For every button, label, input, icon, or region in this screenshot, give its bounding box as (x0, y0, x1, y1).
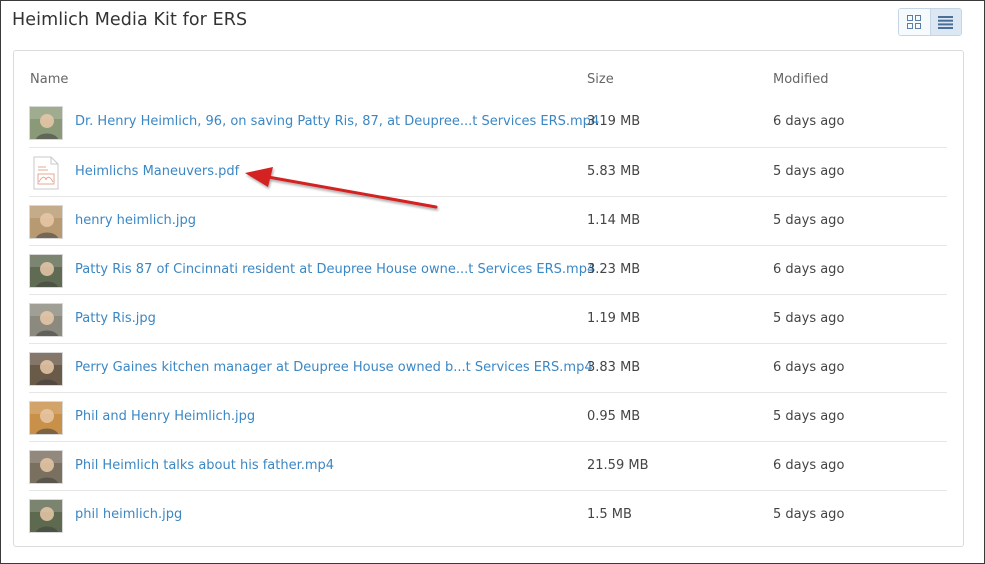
video-thumbnail (29, 352, 63, 386)
column-header-name[interactable]: Name (30, 72, 68, 87)
image-thumbnail (29, 401, 63, 435)
file-modified: 6 days ago (773, 458, 845, 473)
file-name-link[interactable]: Patty Ris.jpg (75, 311, 156, 326)
file-size: 0.95 MB (587, 409, 641, 424)
column-header-size[interactable]: Size (587, 72, 614, 87)
list-icon (938, 15, 954, 29)
grid-icon (907, 15, 922, 29)
file-name-link[interactable]: henry heimlich.jpg (75, 213, 196, 228)
file-modified: 5 days ago (773, 311, 845, 326)
file-modified: 5 days ago (773, 213, 845, 228)
file-row[interactable]: Perry Gaines kitchen manager at Deupree … (29, 343, 947, 392)
file-row[interactable]: Patty Ris 87 of Cincinnati resident at D… (29, 245, 947, 294)
file-modified: 5 days ago (773, 409, 845, 424)
view-toggle (898, 8, 962, 36)
image-thumbnail (29, 303, 63, 337)
pdf-file-icon (33, 156, 59, 190)
file-name-link[interactable]: Perry Gaines kitchen manager at Deupree … (75, 360, 593, 375)
file-size: 21.59 MB (587, 458, 649, 473)
file-row[interactable]: Phil and Henry Heimlich.jpg 0.95 MB 5 days… (29, 392, 947, 441)
file-size: 1.14 MB (587, 213, 641, 228)
file-row[interactable]: Phil Heimlich talks about his father.mp4… (29, 441, 947, 490)
video-thumbnail (29, 106, 63, 140)
file-size: 1.19 MB (587, 311, 641, 326)
file-modified: 6 days ago (773, 114, 845, 129)
file-size: 3.83 MB (587, 360, 641, 375)
file-size: 3.19 MB (587, 114, 641, 129)
file-name-link[interactable]: phil heimlich.jpg (75, 507, 182, 522)
grid-view-button[interactable] (899, 9, 930, 35)
file-name-link[interactable]: Phil and Henry Heimlich.jpg (75, 409, 255, 424)
video-thumbnail (29, 254, 63, 288)
file-name-link[interactable]: Dr. Henry Heimlich, 96, on saving Patty … (75, 114, 599, 129)
file-modified: 6 days ago (773, 262, 845, 277)
video-thumbnail (29, 450, 63, 484)
file-row[interactable]: phil heimlich.jpg 1.5 MB 5 days ago (29, 490, 947, 539)
file-size: 1.5 MB (587, 507, 632, 522)
file-row[interactable]: Patty Ris.jpg 1.19 MB 5 days ago (29, 294, 947, 343)
file-name-link[interactable]: Heimlichs Maneuvers.pdf (75, 164, 239, 179)
file-name-link[interactable]: Phil Heimlich talks about his father.mp4 (75, 458, 334, 473)
file-modified: 5 days ago (773, 164, 845, 179)
file-row[interactable]: Heimlichs Maneuvers.pdf 5.83 MB 5 days ago (29, 147, 947, 196)
list-view-button[interactable] (929, 9, 961, 35)
file-row[interactable]: henry heimlich.jpg 1.14 MB 5 days ago (29, 196, 947, 245)
file-name-link[interactable]: Patty Ris 87 of Cincinnati resident at D… (75, 262, 595, 277)
file-modified: 6 days ago (773, 360, 845, 375)
page-title: Heimlich Media Kit for ERS (12, 10, 248, 30)
image-thumbnail (29, 205, 63, 239)
column-header-modified[interactable]: Modified (773, 72, 828, 87)
image-thumbnail (29, 499, 63, 533)
file-row[interactable]: Dr. Henry Heimlich, 96, on saving Patty … (29, 98, 947, 147)
file-modified: 5 days ago (773, 507, 845, 522)
file-size: 3.23 MB (587, 262, 641, 277)
file-size: 5.83 MB (587, 164, 641, 179)
